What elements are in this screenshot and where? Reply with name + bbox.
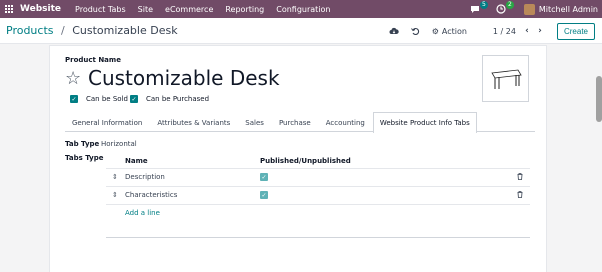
table-bottom-divider xyxy=(106,237,530,238)
menu-configuration[interactable]: Configuration xyxy=(276,5,330,14)
row-divider xyxy=(106,204,530,205)
breadcrumb-products-link[interactable]: Products xyxy=(6,24,54,37)
check-icon: ✓ xyxy=(130,95,138,103)
column-header-name[interactable]: Name xyxy=(125,157,148,165)
menu-site[interactable]: Site xyxy=(138,5,153,14)
menu-product-tabs[interactable]: Product Tabs xyxy=(75,5,126,14)
pager-next-button[interactable]: › xyxy=(535,26,545,36)
header-divider xyxy=(106,168,530,169)
pager-value[interactable]: 1 / 24 xyxy=(493,27,516,36)
tab-type-label: Tab Type xyxy=(65,140,100,148)
tab-type-field[interactable]: Horizontal xyxy=(101,140,137,148)
tab-accounting[interactable]: Accounting xyxy=(319,112,372,132)
chat-icon[interactable]: 5 xyxy=(468,1,488,16)
tab-general-information[interactable]: General Information xyxy=(65,112,149,132)
menu-ecommerce[interactable]: eCommerce xyxy=(165,5,213,14)
product-name-field[interactable]: Customizable Desk xyxy=(88,66,280,90)
cloud-save-icon[interactable] xyxy=(388,25,400,37)
can-be-purchased-label: Can be Purchased xyxy=(146,95,210,103)
row-name[interactable]: Description xyxy=(125,173,165,181)
menu-reporting[interactable]: Reporting xyxy=(225,5,264,14)
column-header-published[interactable]: Published/Unpublished xyxy=(260,157,351,165)
discard-undo-icon[interactable] xyxy=(410,25,422,37)
published-checkbox[interactable]: ✓ xyxy=(260,191,268,199)
activity-count-badge: 2 xyxy=(506,1,514,9)
create-button[interactable]: Create xyxy=(556,22,595,40)
drag-handle-icon[interactable]: ⇕ xyxy=(112,191,118,199)
trash-icon[interactable] xyxy=(517,173,523,182)
gear-icon: ⚙ xyxy=(431,26,439,36)
tabs-type-label: Tabs Type xyxy=(65,154,104,162)
chat-count-badge: 5 xyxy=(480,1,488,9)
breadcrumb-current: Customizable Desk xyxy=(72,24,178,37)
apps-menu-icon[interactable] xyxy=(0,0,18,18)
favorite-star-icon[interactable]: ☆ xyxy=(65,68,81,89)
product-image[interactable] xyxy=(482,55,529,102)
can-be-purchased-checkbox[interactable]: ✓ Can be Purchased xyxy=(130,95,209,103)
tab-website-product-info-tabs[interactable]: Website Product Info Tabs xyxy=(372,112,477,133)
top-navbar: Website Product Tabs Site eCommerce Repo… xyxy=(0,0,602,18)
add-a-line-link[interactable]: Add a line xyxy=(125,209,160,217)
trash-icon[interactable] xyxy=(517,191,523,200)
action-label: Action xyxy=(441,26,467,36)
drag-handle-icon[interactable]: ⇕ xyxy=(112,173,118,181)
product-name-label: Product Name xyxy=(65,56,121,64)
user-name[interactable]: Mitchell Admin xyxy=(539,5,598,14)
page-scrollbar[interactable] xyxy=(596,76,602,122)
app-brand[interactable]: Website xyxy=(20,4,61,14)
can-be-sold-checkbox[interactable]: ✓ Can be Sold xyxy=(70,95,128,103)
check-icon: ✓ xyxy=(70,95,78,103)
user-avatar[interactable] xyxy=(523,3,535,15)
action-menu-button[interactable]: ⚙ Action xyxy=(432,27,467,36)
published-checkbox[interactable]: ✓ xyxy=(260,173,268,181)
row-divider xyxy=(106,186,530,187)
breadcrumb: Products / Customizable Desk xyxy=(6,24,178,37)
breadcrumb-separator: / xyxy=(61,24,65,37)
notebook-tabs: General Information Attributes & Variant… xyxy=(65,112,535,133)
can-be-sold-label: Can be Sold xyxy=(86,95,128,103)
tab-purchase[interactable]: Purchase xyxy=(272,112,318,132)
activity-clock-icon[interactable]: 2 xyxy=(494,1,514,16)
pager-previous-button[interactable]: ‹ xyxy=(522,26,532,36)
tab-attributes-variants[interactable]: Attributes & Variants xyxy=(150,112,237,132)
control-panel: Products / Customizable Desk ⚙ Action 1 … xyxy=(0,18,602,44)
row-name[interactable]: Characteristics xyxy=(125,191,177,199)
tab-sales[interactable]: Sales xyxy=(238,112,271,132)
form-sheet: Product Name ☆ Customizable Desk ✓ Can b… xyxy=(49,45,547,272)
desk-image-icon xyxy=(491,69,522,89)
